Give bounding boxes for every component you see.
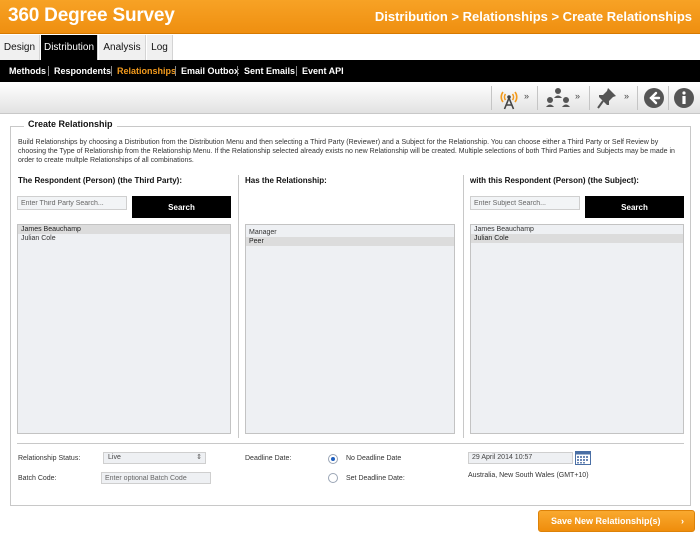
- broadcast-expand-icon[interactable]: »: [524, 91, 529, 101]
- toolbar-divider: [537, 86, 538, 110]
- relationship-status-value: Live: [108, 454, 121, 461]
- save-button-label: Save New Relationship(s): [551, 516, 661, 526]
- breadcrumb: Distribution > Relationships > Create Re…: [374, 9, 692, 24]
- subnav-relationships[interactable]: Relationships: [117, 60, 176, 82]
- subnav-divider: [48, 66, 49, 76]
- back-icon[interactable]: [643, 86, 665, 110]
- subnav-methods[interactable]: Methods: [9, 60, 46, 82]
- no-deadline-radio[interactable]: [328, 454, 338, 464]
- select-arrows-icon: ⇕: [196, 454, 202, 461]
- subnav-divider: [175, 66, 176, 76]
- relationship-status-select[interactable]: Live ⇕: [103, 452, 206, 464]
- pin-expand-icon[interactable]: »: [624, 91, 629, 101]
- toolbar: » » »: [0, 82, 700, 114]
- info-icon[interactable]: [673, 86, 695, 110]
- tab-distribution[interactable]: Distribution: [41, 35, 98, 60]
- set-deadline-label: Set Deadline Date:: [346, 475, 405, 482]
- subnav-divider: [111, 66, 112, 76]
- calendar-icon[interactable]: [575, 451, 591, 465]
- app-header: 360 Degree Survey Distribution > Relatio…: [0, 0, 700, 34]
- subject-list[interactable]: James Beauchamp Julian Cole: [470, 224, 684, 434]
- deadline-datetime-input[interactable]: 29 April 2014 10:57: [468, 452, 573, 464]
- deadline-date-label: Deadline Date:: [245, 455, 292, 462]
- panel-legend: Create Relationship: [24, 119, 117, 129]
- third-party-list[interactable]: James Beauchamp Julian Cole: [17, 224, 231, 434]
- list-item[interactable]: James Beauchamp: [18, 225, 230, 234]
- toolbar-divider: [637, 86, 638, 110]
- relationship-list[interactable]: Manager Peer: [245, 224, 455, 434]
- subject-search-button[interactable]: Search: [585, 196, 684, 218]
- column-divider: [238, 175, 239, 438]
- subnav-divider: [237, 66, 238, 76]
- third-party-heading: The Respondent (Person) (the Third Party…: [18, 176, 183, 185]
- subject-search-input[interactable]: [470, 196, 580, 210]
- subnav-event-api[interactable]: Event API: [302, 60, 344, 82]
- subject-heading: with this Respondent (Person) (the Subje…: [470, 176, 639, 185]
- section-divider: [17, 443, 684, 444]
- hierarchy-icon[interactable]: [544, 86, 572, 110]
- batch-code-input[interactable]: [101, 472, 211, 484]
- column-divider: [463, 175, 464, 438]
- set-deadline-radio[interactable]: [328, 473, 338, 483]
- broadcast-icon[interactable]: [497, 86, 521, 110]
- pin-icon[interactable]: [596, 86, 618, 110]
- main-tab-bar: Design Distribution Analysis Log: [0, 35, 700, 60]
- chevron-right-icon: ›: [681, 516, 684, 526]
- hierarchy-expand-icon[interactable]: »: [575, 91, 580, 101]
- toolbar-divider: [491, 86, 492, 110]
- third-party-search-input[interactable]: [17, 196, 127, 210]
- toolbar-divider: [668, 86, 669, 110]
- save-new-relationships-button[interactable]: Save New Relationship(s) ›: [538, 510, 695, 532]
- relationship-heading: Has the Relationship:: [245, 176, 327, 185]
- list-item[interactable]: James Beauchamp: [471, 225, 683, 234]
- relationship-status-label: Relationship Status:: [18, 455, 81, 462]
- timezone-text: Australia, New South Wales (GMT+10): [468, 472, 589, 479]
- third-party-search-button[interactable]: Search: [132, 196, 231, 218]
- app-title: 360 Degree Survey: [8, 5, 175, 26]
- list-item[interactable]: Peer: [246, 237, 454, 246]
- subnav-divider: [296, 66, 297, 76]
- tab-design[interactable]: Design: [0, 35, 40, 60]
- list-item[interactable]: Julian Cole: [18, 234, 230, 243]
- no-deadline-label: No Deadline Date: [346, 455, 402, 462]
- subnav-sent-emails[interactable]: Sent Emails: [244, 60, 295, 82]
- subnav-respondents[interactable]: Respondents: [54, 60, 111, 82]
- tab-log[interactable]: Log: [147, 35, 173, 60]
- subnav-email-outbox[interactable]: Email Outbox: [181, 60, 239, 82]
- tab-analysis[interactable]: Analysis: [99, 35, 146, 60]
- list-item[interactable]: Manager: [246, 228, 454, 237]
- sub-navigation: Methods Respondents Relationships Email …: [0, 60, 700, 82]
- batch-code-label: Batch Code:: [18, 475, 57, 482]
- list-item[interactable]: Julian Cole: [471, 234, 683, 243]
- instructions-text: Build Relationships by choosing a Distri…: [18, 139, 675, 164]
- toolbar-divider: [589, 86, 590, 110]
